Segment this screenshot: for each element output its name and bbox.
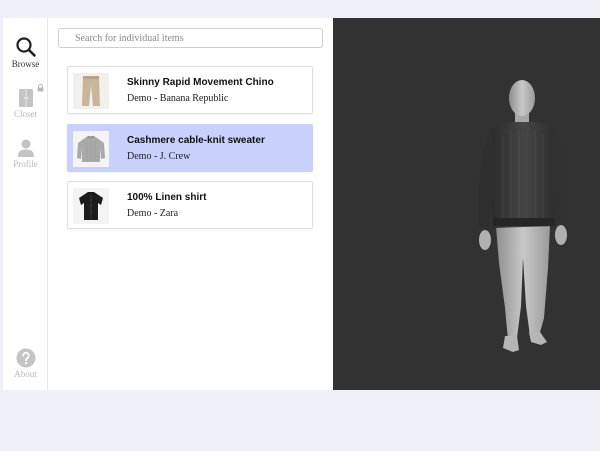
sidebar-item-closet[interactable]: Closet bbox=[3, 84, 48, 119]
person-icon bbox=[17, 139, 34, 157]
list-item[interactable]: Skinny Rapid Movement Chino Demo - Banan… bbox=[67, 66, 313, 114]
grey-sweater-thumbnail bbox=[73, 131, 109, 167]
app-frame: Browse Closet Profile About Search for i… bbox=[3, 18, 600, 390]
sidebar-item-browse[interactable]: Browse bbox=[3, 36, 48, 69]
question-icon bbox=[16, 348, 35, 368]
chino-pants-thumbnail bbox=[73, 73, 109, 109]
sidebar-item-about[interactable]: About bbox=[3, 348, 48, 379]
item-name: 100% Linen shirt bbox=[127, 192, 207, 203]
avatar-model bbox=[478, 80, 567, 352]
item-name: Cashmere cable-knit sweater bbox=[127, 135, 265, 146]
item-brand: Demo - Banana Republic bbox=[127, 93, 229, 104]
closet-icon bbox=[18, 89, 33, 107]
lock-icon bbox=[37, 84, 44, 92]
sidebar-item-label: Browse bbox=[11, 59, 40, 69]
avatar-viewer[interactable] bbox=[333, 18, 600, 390]
item-brand: Demo - J. Crew bbox=[127, 151, 191, 162]
sidebar-item-label: Profile bbox=[13, 159, 38, 169]
search-input[interactable] bbox=[58, 28, 323, 48]
list-item[interactable]: 100% Linen shirt Demo - Zara bbox=[67, 181, 313, 229]
sidebar-item-profile[interactable]: Profile bbox=[3, 138, 48, 169]
item-brand: Demo - Zara bbox=[127, 208, 179, 219]
item-name: Skinny Rapid Movement Chino bbox=[127, 77, 274, 88]
sidebar-item-label: About bbox=[14, 369, 37, 379]
black-shirt-thumbnail bbox=[73, 188, 109, 224]
sidebar: Browse Closet Profile About bbox=[3, 18, 48, 390]
sidebar-item-label: Closet bbox=[13, 109, 37, 119]
list-item[interactable]: Cashmere cable-knit sweater Demo - J. Cr… bbox=[67, 124, 313, 172]
search-icon bbox=[15, 37, 36, 57]
